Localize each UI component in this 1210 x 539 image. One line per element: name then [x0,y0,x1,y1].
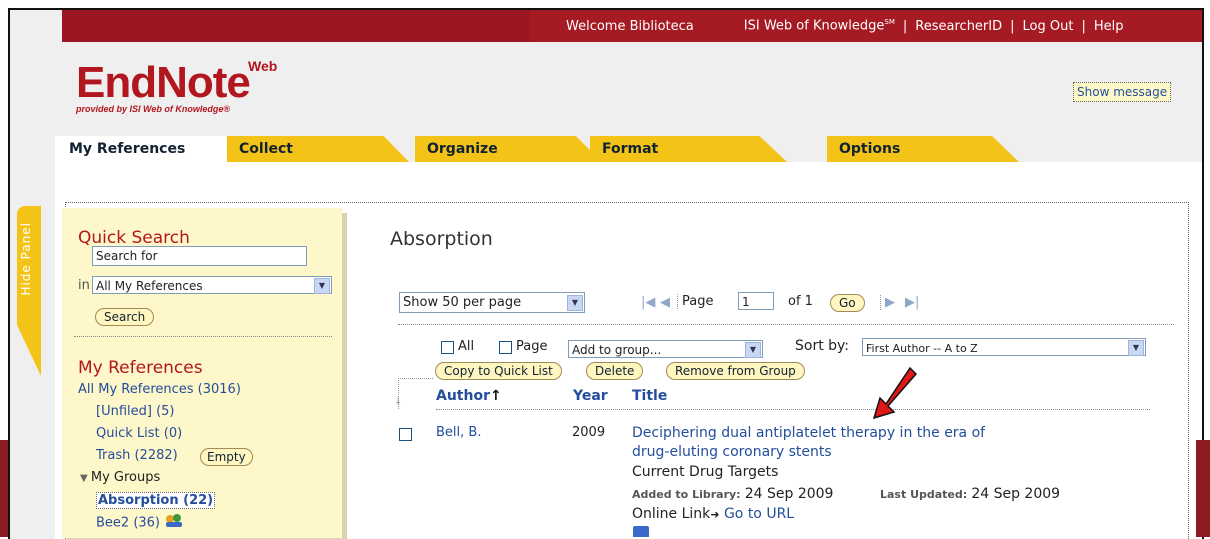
triangle-down-icon: ▼ [80,473,91,484]
bottom-red-band-right [1196,440,1210,537]
tab-format[interactable]: Format [590,136,787,162]
online-link-label: Online Link [632,506,711,522]
added-date: 24 Sep 2009 [744,486,834,502]
first-page-icon[interactable]: |◀ [641,295,655,310]
per-page-value: Show 50 per page [403,295,522,310]
welcome-text: Welcome Biblioteca [566,18,694,34]
tab-options[interactable]: Options [827,136,1019,162]
divider [74,336,332,337]
bottom-red-band-left [0,440,8,537]
updated-label: Last Updated: [880,488,968,501]
quick-list-link[interactable]: Quick List (0) [96,426,182,441]
added-label: Added to Library: [632,488,741,501]
reference-journal: Current Drug Targets [632,464,779,480]
wok-label: ISI Web of Knowledge [743,18,885,34]
wok-link[interactable]: ISI Web of KnowledgeSM [744,18,895,33]
main-tabs: My References Collect Organize Format Op… [55,136,1202,162]
endnote-web-logo: EndNote Web provided by ISI Web of Knowl… [76,58,336,118]
tab-organize[interactable]: Organize [415,136,602,162]
group-title: Absorption [390,228,493,250]
chevron-down-icon: ▼ [745,342,761,358]
search-scope-select[interactable]: All My References ▼ [92,276,332,294]
reference-author[interactable]: Bell, B. [436,425,481,440]
col-author-header[interactable]: Author↑ [436,388,502,404]
my-references-title: My References [78,358,203,378]
chevron-down-icon: ▼ [567,295,583,311]
reference-added: Added to Library: 24 Sep 2009 [632,486,833,502]
unfiled-link[interactable]: [Unfiled] (5) [96,404,175,419]
chevron-down-icon: ▼ [314,278,330,294]
add-to-group-select[interactable]: Add to group... ▼ [568,340,763,358]
my-groups-label: My Groups [90,470,161,485]
search-scope-value: All My References [96,279,203,293]
sort-select[interactable]: First Author -- A to Z ▼ [862,338,1146,356]
reference-year: 2009 [572,425,606,440]
reference-checkbox[interactable] [399,428,412,441]
header-divider [436,409,1150,410]
page-checkbox-label: Page [516,339,548,354]
sort-value: First Author -- A to Z [866,342,978,355]
remove-from-group-button[interactable]: Remove from Group [666,362,805,380]
all-my-references-link[interactable]: All My References (3016) [78,382,241,397]
logout-link[interactable]: Log Out [1023,19,1074,34]
red-pointer-arrow-icon [872,366,918,420]
col-author-label: Author [436,388,490,404]
sort-up-arrow-icon: ↑ [489,388,502,404]
page-number-input[interactable]: 1 [738,292,774,310]
down-arrow-icon: ↓ [394,396,403,407]
in-label: in [78,278,90,293]
help-link[interactable]: Help [1094,19,1124,34]
group-bee2[interactable]: Bee2 (36) [96,514,184,532]
researcherid-link[interactable]: ResearcherID [915,19,1002,34]
next-page-icon[interactable]: ▶ [880,295,895,310]
online-link-row: Online Link➜ Go to URL [632,506,794,522]
per-page-select[interactable]: Show 50 per page ▼ [399,292,585,313]
go-to-url-link[interactable]: Go to URL [724,506,794,522]
prev-page-icon[interactable]: ◀ [660,295,670,310]
delete-button[interactable]: Delete [586,362,644,380]
updated-date: 24 Sep 2009 [971,486,1061,502]
page-label: Page [677,294,713,309]
group-bee2-label: Bee2 (36) [96,515,161,531]
sort-label: Sort by: [795,338,850,354]
top-links: Welcome Biblioteca ISI Web of KnowledgeS… [530,10,1202,42]
hide-panel-label: Hide Panel [19,222,33,296]
quick-search-title: Quick Search [78,228,190,248]
tab-my-references[interactable]: My References [55,136,239,162]
search-input[interactable]: Search for [92,246,307,266]
select-page-checkbox[interactable] [499,341,512,354]
shared-group-icon [164,514,184,532]
folder-icon[interactable] [633,526,649,537]
chevron-down-icon: ▼ [1128,340,1144,356]
all-label: All [458,339,475,354]
add-to-group-value: Add to group... [572,343,662,357]
logo-tagline: provided by ISI Web of Knowledge® [76,104,230,114]
reference-title-line1[interactable]: Deciphering dual antiplatelet therapy in… [632,425,985,441]
show-message-button[interactable]: Show message [1073,82,1172,102]
logo-main: EndNote [76,58,251,107]
my-groups-toggle[interactable]: ▼ My Groups [80,470,160,485]
last-page-icon[interactable]: ▶| [905,295,919,310]
toolbar-divider [398,324,1174,325]
reference-updated: Last Updated: 24 Sep 2009 [880,486,1060,502]
reference-title-line2[interactable]: drug-eluting coronary stents [632,444,832,460]
page-of-label: of 1 [788,294,813,309]
left-panel: Quick Search Search for in All My Refere… [62,208,342,538]
col-title-header[interactable]: Title [632,388,667,404]
select-all-checkbox[interactable] [441,341,454,354]
top-bar: Welcome Biblioteca ISI Web of KnowledgeS… [62,10,1202,42]
wok-sup: SM [884,18,895,27]
logo-web: Web [248,58,278,74]
col-year-header[interactable]: Year [573,388,608,404]
copy-to-quick-list-button[interactable]: Copy to Quick List [435,362,562,380]
empty-trash-button[interactable]: Empty [200,448,253,466]
search-button[interactable]: Search [95,308,155,326]
go-button[interactable]: Go [830,294,865,312]
tree-connector [398,378,433,409]
group-absorption[interactable]: Absorption (22) [96,492,216,509]
tab-collect[interactable]: Collect [227,136,409,162]
trash-link[interactable]: Trash (2282) [96,448,178,463]
arrow-right-icon: ➜ [710,508,720,521]
